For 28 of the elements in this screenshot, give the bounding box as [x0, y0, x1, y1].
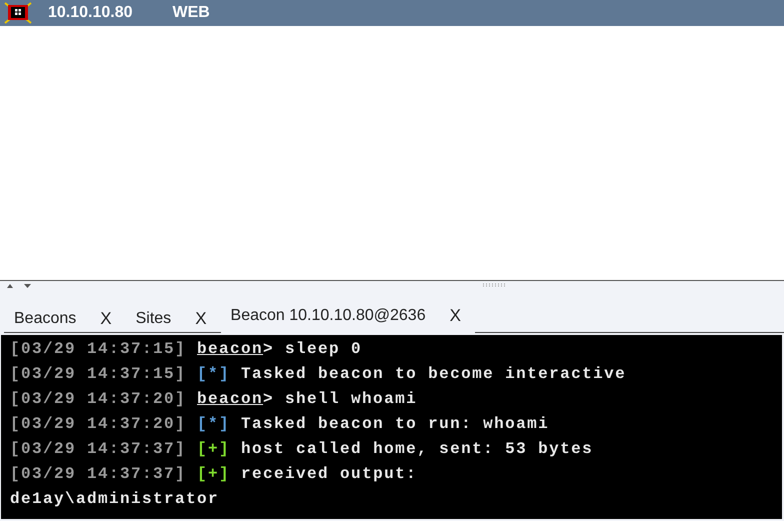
command-text: > shell whoami [263, 390, 418, 408]
status-tag: [*] [197, 364, 230, 382]
status-tag: [*] [197, 414, 230, 432]
log-text: Tasked beacon to run: whoami [241, 414, 550, 432]
prompt-label: beacon [197, 340, 264, 358]
log-timestamp: [03/29 14:37:15] [10, 340, 186, 358]
log-text: Tasked beacon to become interactive [241, 364, 626, 382]
output-text: de1ay\administrator [10, 490, 220, 508]
host-address: 10.10.10.80 [48, 4, 133, 22]
log-timestamp: [03/29 14:37:20] [10, 390, 186, 408]
status-tag: [+] [197, 464, 230, 482]
log-text: host called home, sent: 53 bytes [241, 440, 594, 458]
prompt-label: beacon [197, 390, 264, 408]
grip-icon[interactable] [482, 283, 506, 287]
log-timestamp: [03/29 14:37:37] [10, 464, 186, 482]
close-button[interactable]: X [191, 308, 211, 328]
log-timestamp: [03/29 14:37:20] [10, 414, 186, 432]
close-button[interactable]: X [446, 306, 465, 326]
log-timestamp: [03/29 14:37:37] [10, 440, 186, 458]
log-text: received output: [241, 464, 418, 482]
tab[interactable]: Beacon 10.10.10.80@2636 X [220, 299, 475, 333]
host-name: WEB [172, 4, 210, 22]
command-text: > sleep 0 [263, 340, 362, 358]
monitor-icon [4, 2, 32, 24]
log-timestamp: [03/29 14:37:15] [10, 364, 186, 382]
status-tag: [+] [197, 440, 230, 458]
close-button[interactable]: X [96, 308, 116, 328]
collapse-arrows-icon [6, 283, 32, 289]
